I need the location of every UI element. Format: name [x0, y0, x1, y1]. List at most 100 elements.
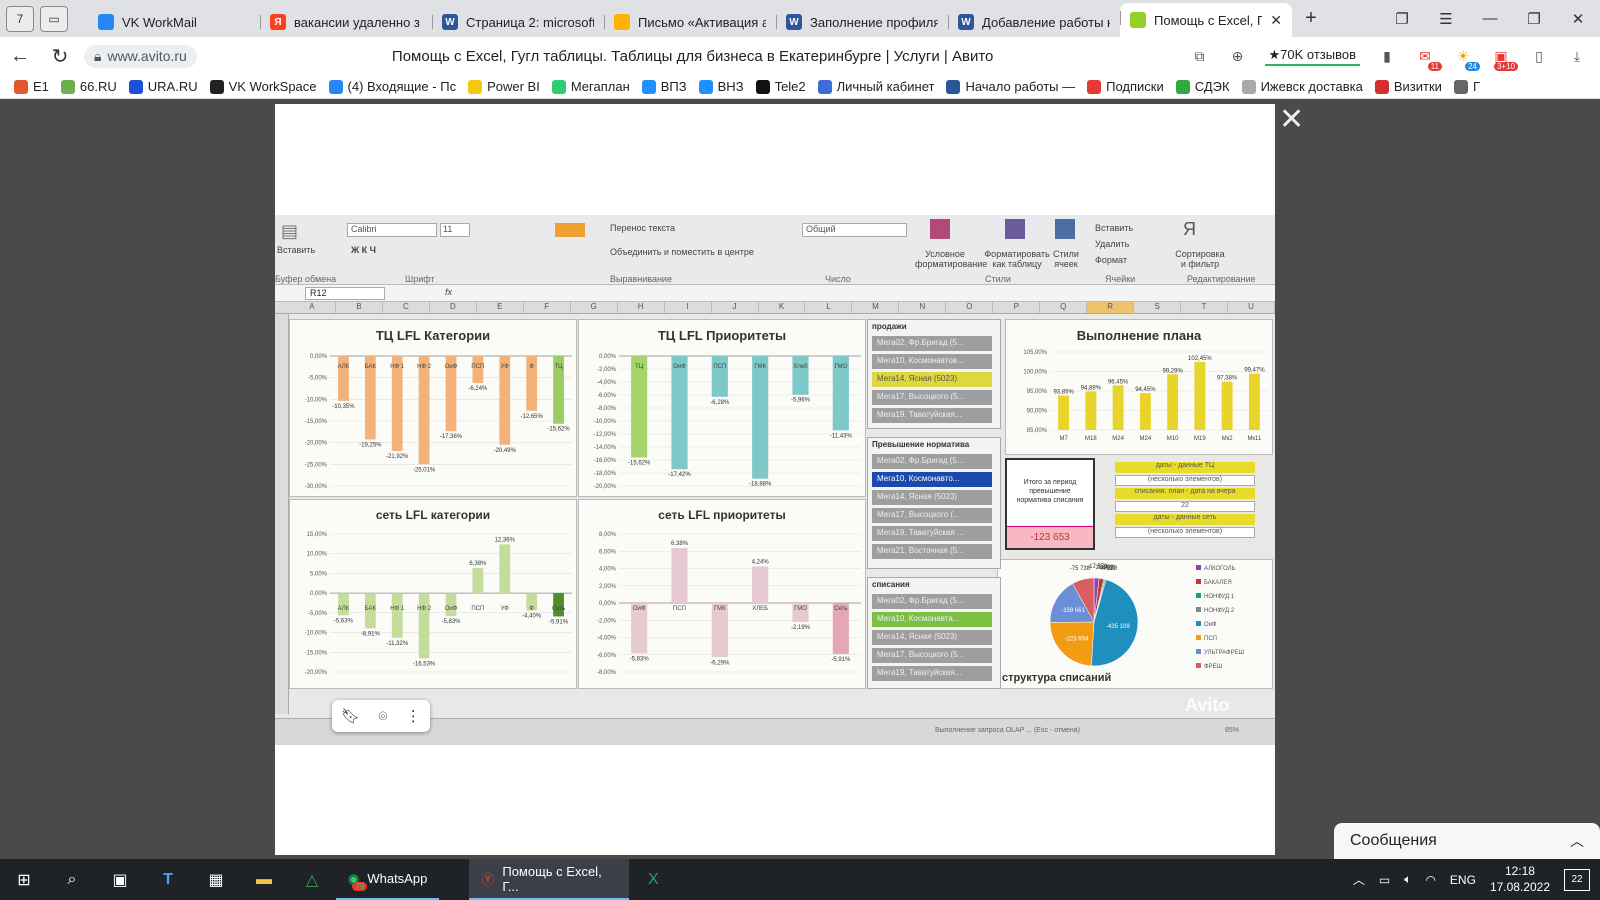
close-window-button[interactable]: ✕: [1556, 10, 1600, 28]
search-icon[interactable]: ⌕: [48, 859, 96, 900]
slicer-item[interactable]: Мега10, Космонавта...: [872, 612, 992, 627]
google-drive-icon[interactable]: △: [288, 859, 336, 900]
bookmark-item[interactable]: СДЭК: [1175, 79, 1230, 94]
merge-center-button[interactable]: Объединить и поместить в центре: [610, 247, 754, 257]
slicer-item[interactable]: Мега17, Высоцкого (5...: [872, 648, 992, 663]
bookmark-item[interactable]: Tele2: [755, 79, 806, 94]
slicer-item[interactable]: Мега02, Фр.Бригад (5...: [872, 454, 992, 469]
clock[interactable]: 12:18 17.08.2022: [1490, 864, 1550, 895]
bookmark-item[interactable]: URA.RU: [128, 79, 198, 94]
pivot-filter-field[interactable]: (несколько элементов): [1115, 475, 1255, 486]
download-icon[interactable]: ⤓: [1566, 45, 1588, 67]
tab-4[interactable]: W Заполнение профиля: [776, 7, 948, 37]
document-icon[interactable]: ▯: [1528, 45, 1550, 67]
slicer-item[interactable]: Мега14, Ясная (5023): [872, 490, 992, 505]
tab-counter-button[interactable]: 7: [6, 5, 34, 32]
bookmark-item[interactable]: VK WorkSpace: [209, 79, 317, 94]
tab-1[interactable]: Явакансии удаленно з: [260, 7, 432, 37]
pivot-filter-field[interactable]: даты - данные сеть: [1115, 514, 1255, 525]
column-header[interactable]: U: [1228, 302, 1275, 313]
bookmark-item[interactable]: Личный кабинет: [817, 79, 934, 94]
pivot-filter-field[interactable]: (несколько элементов): [1115, 527, 1255, 538]
tab-6[interactable]: Помощь с Excel, Гу ✕: [1120, 3, 1292, 37]
url-field[interactable]: 🔒︎ www.avito.ru: [84, 44, 197, 68]
reload-button[interactable]: ↻: [40, 44, 80, 69]
font-select[interactable]: Calibri: [347, 223, 437, 237]
task-view-icon[interactable]: ▣: [96, 859, 144, 900]
camera-search-icon[interactable]: ⌾: [379, 708, 388, 725]
bookmark-item[interactable]: Визитки: [1374, 79, 1442, 94]
delete-cells-button[interactable]: Удалить: [1095, 239, 1129, 249]
bookmark-photo-icon[interactable]: 🔖︎: [341, 707, 360, 725]
column-header[interactable]: T: [1181, 302, 1229, 313]
bookmark-item[interactable]: Подписки: [1087, 79, 1164, 94]
bookmark-item[interactable]: Начало работы —: [946, 79, 1075, 94]
restore-button[interactable]: ❐: [1512, 10, 1556, 28]
bookmark-item[interactable]: ВНЗ: [698, 79, 744, 94]
wrap-text-button[interactable]: Перенос текста: [610, 223, 675, 233]
slicer-item[interactable]: Мега19, Таватуйская...: [872, 666, 992, 681]
slicer-item[interactable]: Мега02, Фр.Бригад (5...: [872, 594, 992, 609]
language-indicator[interactable]: ENG: [1450, 873, 1476, 887]
slicer-item[interactable]: Мега21, Восточная (5...: [872, 544, 992, 559]
tab-groups-icon[interactable]: ▭: [40, 5, 68, 32]
pivot-filter-field[interactable]: 22: [1115, 501, 1255, 512]
column-header[interactable]: K: [759, 302, 806, 313]
column-header[interactable]: F: [524, 302, 571, 313]
pivot-filter-field[interactable]: даты - данные ТЦ: [1115, 462, 1255, 473]
format-table-button[interactable]: Форматировать как таблицу: [983, 249, 1051, 269]
column-header[interactable]: G: [571, 302, 618, 313]
new-tab-button[interactable]: +: [1292, 7, 1330, 30]
fill-icon[interactable]: [555, 223, 585, 237]
folder-icon[interactable]: ▬: [240, 859, 288, 900]
bookmark-item[interactable]: (4) Входящие - Пс: [328, 79, 456, 94]
column-header[interactable]: A: [289, 302, 336, 313]
minimize-button[interactable]: —: [1468, 10, 1512, 28]
column-header[interactable]: I: [665, 302, 712, 313]
name-box[interactable]: R12: [305, 287, 385, 300]
wifi-icon[interactable]: ◠: [1425, 873, 1435, 887]
tab-5[interactable]: W Добавление работы н: [948, 7, 1120, 37]
slicer-item[interactable]: Мега19, Таватуйская...: [872, 408, 992, 423]
slicer-item[interactable]: Мега02, Фр.Бригад (5...: [872, 336, 992, 351]
slicer-item[interactable]: Мега19, Таватуйская ...: [872, 526, 992, 541]
more-options-icon[interactable]: ⋮: [406, 707, 421, 725]
column-header[interactable]: P: [993, 302, 1041, 313]
column-header[interactable]: B: [336, 302, 383, 313]
taskbar-browser[interactable]: Ⓨ Помощь с Excel, Г...: [469, 859, 630, 900]
messages-panel[interactable]: Сообщения ︿: [1334, 823, 1600, 859]
column-header[interactable]: E: [477, 302, 524, 313]
cell-styles-button[interactable]: Стили ячеек: [1051, 249, 1081, 269]
bookmark-item[interactable]: E1: [14, 79, 49, 94]
slicer-item[interactable]: Мега10, Космонавтов...: [872, 354, 992, 369]
column-header[interactable]: M: [852, 302, 900, 313]
pivot-filter-field[interactable]: списания, план - дата на вчера: [1115, 488, 1255, 499]
bookmark-item[interactable]: Ижевск доставка: [1241, 79, 1363, 94]
mail-extension-icon[interactable]: ✉ 11: [1414, 45, 1442, 71]
translate-icon[interactable]: ⊕: [1227, 45, 1249, 67]
bookmark-item[interactable]: Мегаплан: [551, 79, 630, 94]
share-icon[interactable]: ⧉: [1189, 45, 1211, 67]
bold-icon[interactable]: Ж К Ч: [351, 245, 376, 255]
chevron-up-icon[interactable]: ︿: [1570, 831, 1584, 851]
close-viewer-icon[interactable]: ✕: [1279, 105, 1304, 135]
start-icon[interactable]: ⊞: [0, 859, 48, 900]
battery-icon[interactable]: ▭: [1379, 873, 1390, 887]
weather-extension-icon[interactable]: ☀ 24: [1452, 45, 1480, 71]
font-size-select[interactable]: 11: [440, 223, 470, 237]
slicer-item[interactable]: Мега17, Высоцкого (...: [872, 508, 992, 523]
number-format-select[interactable]: Общий: [802, 223, 907, 237]
bookmark-item[interactable]: Г: [1453, 79, 1480, 94]
slicer-item[interactable]: Мега14, Ясная (5023): [872, 630, 992, 645]
slicer-item[interactable]: Мега14, Ясная (5023): [872, 372, 992, 387]
column-header[interactable]: S: [1134, 302, 1182, 313]
bookmark-item[interactable]: Power BI: [468, 79, 540, 94]
column-header[interactable]: C: [383, 302, 430, 313]
insert-cells-button[interactable]: Вставить: [1095, 223, 1133, 233]
tab-0[interactable]: VK WorkMail: [88, 7, 260, 37]
collections-icon[interactable]: ❐: [1380, 10, 1424, 28]
column-header[interactable]: D: [430, 302, 477, 313]
menu-icon[interactable]: ☰: [1424, 10, 1468, 28]
tab-2[interactable]: W Страница 2: microsoft: [432, 7, 604, 37]
sort-filter-button[interactable]: Сортировка и фильтр: [1175, 249, 1225, 269]
